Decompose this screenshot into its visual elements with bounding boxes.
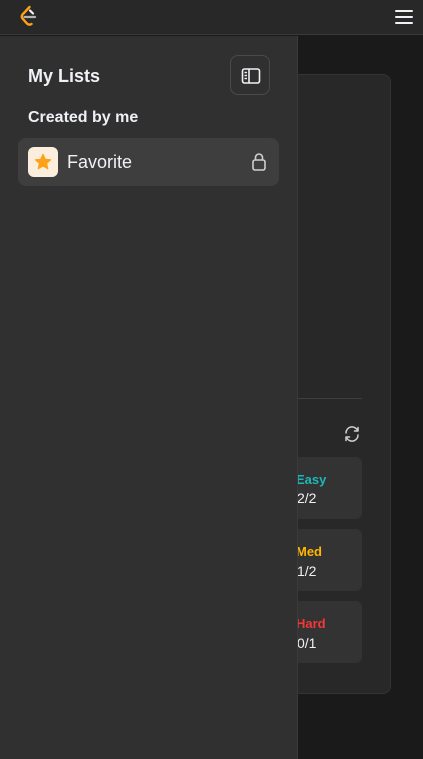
favorite-icon-wrapper bbox=[28, 147, 58, 177]
collapse-sidebar-button[interactable] bbox=[230, 55, 270, 95]
top-navbar bbox=[0, 0, 423, 35]
lock-icon bbox=[252, 153, 266, 171]
hamburger-menu-icon[interactable] bbox=[394, 8, 414, 26]
difficulty-label: Easy bbox=[296, 472, 327, 487]
drawer-title: My Lists bbox=[28, 66, 101, 86]
star-icon bbox=[34, 153, 52, 170]
leetcode-logo-icon[interactable] bbox=[16, 5, 40, 29]
difficulty-label: Hard bbox=[296, 616, 326, 631]
difficulty-count: 0/1 bbox=[297, 635, 317, 651]
refresh-icon[interactable] bbox=[343, 425, 361, 443]
difficulty-count: 1/2 bbox=[297, 563, 317, 579]
my-lists-drawer: My Lists Created by me Favorite bbox=[0, 36, 298, 759]
difficulty-label: Med bbox=[296, 544, 322, 559]
list-item-label: Favorite bbox=[67, 152, 133, 172]
list-item-favorite[interactable]: Favorite bbox=[18, 138, 279, 186]
difficulty-count: 2/2 bbox=[297, 490, 317, 506]
sidebar-collapse-icon bbox=[241, 68, 261, 84]
section-title-created-by-me: Created by me bbox=[28, 109, 139, 126]
